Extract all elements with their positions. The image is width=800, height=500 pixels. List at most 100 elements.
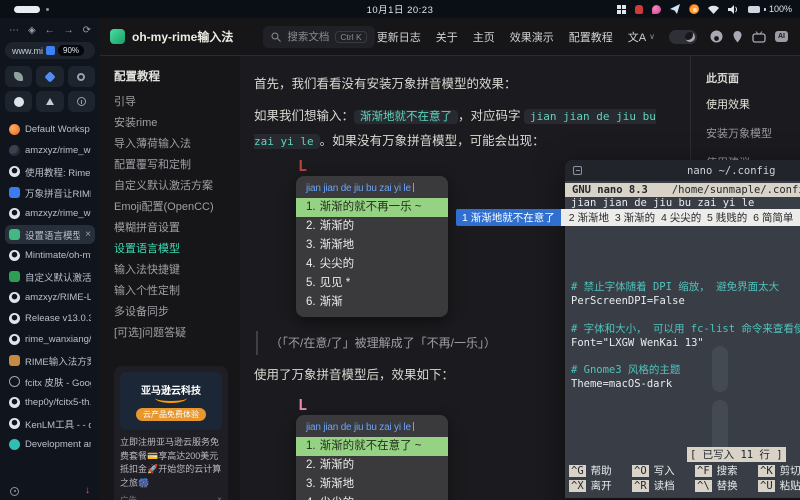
sidebar-link[interactable]: 导入薄荷输入法 (114, 132, 230, 153)
ime-candidate-selected[interactable]: 1 渐渐地就不在意了 (456, 209, 561, 226)
extensions-button[interactable] (5, 66, 32, 87)
browser-tab[interactable]: amzxyz/rime_wo… (5, 204, 95, 223)
browser-tab[interactable]: Development an… (5, 435, 95, 454)
site-logo[interactable] (110, 29, 125, 44)
browser-tab[interactable]: Release v13.0.3… (5, 309, 95, 328)
github-icon[interactable] (710, 30, 723, 43)
sidebar-link[interactable]: 设置语言模型 (114, 237, 230, 258)
firefox-tray-icon[interactable] (689, 4, 699, 14)
terminal-line: Font="LXGW WenKai 13" (571, 337, 800, 351)
browser-tab[interactable]: 设置语言模型 × (5, 225, 95, 244)
downloads-icon[interactable]: ↓ (85, 486, 90, 496)
browser-toolbar-icon[interactable]: ◈ (28, 25, 36, 36)
url-bar[interactable]: www.mi 90% (5, 42, 95, 59)
ime-panel: jian jian de jiu bu zai yi le 1.渐渐的就不在意了… (296, 415, 448, 500)
browser-tab[interactable]: thep0y/fcitx5-th… (5, 393, 95, 412)
pin-icon[interactable] (732, 30, 743, 43)
sidebar-link[interactable]: 输入个性定制 (114, 279, 230, 300)
sidebar-link[interactable]: 配置覆写和定制 (114, 153, 230, 174)
browser-tab[interactable]: fcitx 皮肤 - Goog… (5, 372, 95, 391)
keyboard-grid-tray-icon[interactable] (617, 5, 626, 14)
candidate-item: 3.渐渐地 (296, 236, 448, 255)
outline-link[interactable]: 安装万象模型 (706, 125, 800, 141)
sidebar-link[interactable]: Emoji配置(OpenCC) (114, 195, 230, 216)
workspaces-button[interactable] (36, 66, 63, 87)
site-title[interactable]: oh-my-rime输入法 (132, 28, 233, 45)
ad-close-button[interactable]: × (217, 494, 222, 500)
red-app-tray-icon[interactable] (635, 5, 643, 14)
browser-tab[interactable]: 自定义默认激活… (5, 267, 95, 286)
translate-icon[interactable] (46, 46, 55, 55)
browser-toolbar-icon[interactable]: ← (45, 25, 55, 36)
browser-tab[interactable]: Default Worksp… (5, 120, 95, 139)
sidebar-link[interactable]: 自定义默认激活方案 (114, 174, 230, 195)
browser-tab[interactable]: amzxyz/rime_wo… (5, 141, 95, 160)
browser-toolbar: ⋯ ◈ ← → ⟳ (5, 23, 95, 37)
sidebar-link[interactable]: [可选]问题答疑 (114, 321, 230, 342)
info-button[interactable] (68, 91, 95, 112)
terminal-line (571, 350, 800, 364)
tab-favicon (9, 355, 20, 366)
browser-tab[interactable]: amzxyz/RIME-LM… (5, 288, 95, 307)
nav-link[interactable]: 效果演示 (510, 29, 554, 45)
floating-widget[interactable] (712, 400, 728, 458)
nano-shortcut-bar: ^G 帮助 ^O 写入 ^F 搜索 ^K 剪切 ^X 离开 ^R 读档 ^\ 替… (569, 463, 800, 493)
nav-link[interactable]: 配置教程 (569, 29, 613, 45)
github-shortcut-button[interactable] (5, 91, 32, 112)
system-top-bar: 10月1日 20:23 100% (0, 0, 800, 18)
privacy-eye-icon[interactable] (10, 487, 19, 496)
language-selector[interactable]: 文A ∨ (628, 29, 655, 45)
browser-tab[interactable]: RIME输入法方案… (5, 351, 95, 370)
new-tab-icon[interactable] (573, 166, 582, 175)
browser-tab[interactable]: Mintimate/oh-my… (5, 246, 95, 265)
sidebar-link[interactable]: 引导 (114, 90, 230, 111)
telegram-tray-icon[interactable] (670, 4, 680, 14)
terminal-line: PerScreenDPI=False (571, 295, 800, 309)
browser-tab[interactable]: rime_wanxiang/… (5, 330, 95, 349)
theme-toggle[interactable] (669, 30, 697, 44)
volume-icon[interactable] (728, 5, 739, 14)
tab-title: amzxyz/rime_wo… (25, 145, 91, 156)
nav-link[interactable]: 更新日志 (377, 29, 421, 45)
ime-panel: jian jian de jiu bu zai yi le 1.渐渐的就不再一乐… (296, 176, 448, 317)
ime-candidates-rest[interactable]: 2 渐渐地 3 渐渐的 4 尖尖的 5 贱贱的 6 简简单 (561, 209, 800, 226)
bilibili-tv-icon[interactable] (752, 31, 766, 43)
search-button[interactable]: 搜索文档 Ctrl K (263, 26, 374, 48)
nano-version: GNU nano 8.3 (572, 184, 648, 196)
candidate-item: 2.渐渐的 (296, 217, 448, 236)
sidebar-link[interactable]: 输入法快捷键 (114, 258, 230, 279)
browser-tab[interactable]: 使用教程: Rime (5, 162, 95, 181)
terminal-titlebar[interactable]: nano ~/.config (565, 160, 800, 181)
upload-button[interactable] (36, 91, 63, 112)
ai-assistant-icon[interactable]: AI (775, 31, 788, 42)
tab-close-button[interactable]: × (85, 229, 91, 240)
ad-cta-button[interactable]: 云产品免费体验 (136, 408, 206, 421)
battery-indicator[interactable]: 100% (748, 4, 792, 14)
ad-brand: 亚马逊云科技 (141, 382, 201, 397)
browser-sidebar: ⋯ ◈ ← → ⟳ www.mi 90% Default Worksp… amzxyz/… (0, 18, 100, 500)
nav-link[interactable]: 关于 (436, 29, 458, 45)
fcitx-tray-icon[interactable] (652, 5, 661, 14)
github-icon (14, 97, 24, 107)
sidebar-section-title[interactable]: 配置教程 (114, 68, 230, 84)
settings-button[interactable] (68, 66, 95, 87)
browser-toolbar-icon[interactable]: ⋯ (9, 25, 19, 36)
zoom-level-badge[interactable]: 90% (58, 45, 84, 56)
sidebar-link[interactable]: 安装rime (114, 111, 230, 132)
quick-actions (5, 66, 95, 112)
floating-widget[interactable] (712, 346, 728, 392)
tab-title: KenLM工具 - - d… (25, 417, 91, 431)
sidebar-link[interactable]: 模糊拼音设置 (114, 216, 230, 237)
nav-link[interactable]: 主页 (473, 29, 495, 45)
ime-demo-1: L jian jian de jiu bu zai yi le 1.渐渐的就不再… (296, 158, 466, 317)
outline-link[interactable]: 使用效果 (706, 96, 800, 112)
browser-tab[interactable]: KenLM工具 - - d… (5, 414, 95, 433)
ad-card[interactable]: 亚马逊云科技 云产品免费体验 立即注册亚马逊云服务免费套餐💳享高达200美元抵扣… (114, 366, 228, 500)
browser-toolbar-icon[interactable]: ⟳ (83, 25, 91, 36)
browser-toolbar-icon[interactable]: → (64, 25, 74, 36)
terminal-line (571, 309, 800, 323)
browser-tab[interactable]: 万象拼音让RIME… (5, 183, 95, 202)
wifi-icon[interactable] (708, 5, 719, 14)
sidebar-link[interactable]: 多设备同步 (114, 300, 230, 321)
triangle-up-icon (46, 98, 54, 105)
